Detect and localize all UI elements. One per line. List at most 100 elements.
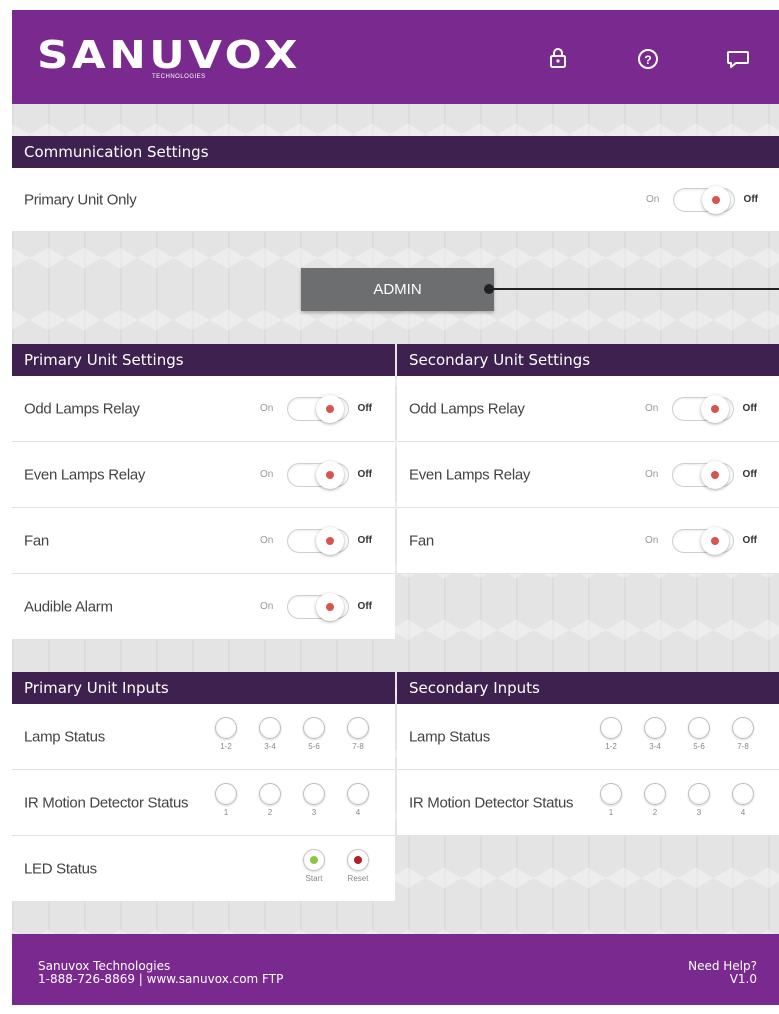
admin-connector-dot — [484, 284, 494, 294]
row-label: IR Motion Detector Status — [24, 794, 189, 811]
primary-fan-row: Fan On Off — [12, 508, 395, 574]
indicator-label: 1-2 — [605, 741, 617, 751]
indicator-label: 7-8 — [737, 741, 749, 751]
indicator-circle — [644, 716, 666, 739]
communication-settings-header: Communication Settings — [12, 136, 779, 168]
toggle-knob[interactable] — [701, 460, 729, 489]
primary-lamp-status-row: Lamp Status 1-2 3-4 5-6 7-8 — [12, 704, 395, 770]
indicator-label: 1 — [608, 807, 614, 817]
secondary-even-lamps-relay-toggle[interactable]: On Off — [645, 460, 757, 489]
footer-contact[interactable]: 1-888-726-8869 | www.sanuvox.com FTP — [38, 973, 283, 986]
indicator-circle — [347, 782, 369, 805]
secondary-fan-toggle[interactable]: On Off — [645, 526, 757, 555]
toggle-off-label: Off — [357, 600, 372, 612]
toggle-knob[interactable] — [316, 460, 344, 489]
indicator-label: 2 — [267, 807, 273, 817]
row-label: Even Lamps Relay — [24, 466, 146, 483]
indicator-circle — [303, 782, 325, 805]
row-label: Audible Alarm — [24, 598, 113, 615]
footer-left: Sanuvox Technologies 1-888-726-8869 | ww… — [38, 960, 283, 986]
secondary-unit-settings-header: Secondary Unit Settings — [397, 344, 779, 376]
indicator-circle — [688, 782, 710, 805]
row-label: Odd Lamps Relay — [409, 400, 525, 417]
toggle-off-label: Off — [357, 402, 372, 414]
indicator-circle — [215, 782, 237, 805]
lamp-indicator: 5-6 — [299, 716, 329, 757]
header: SANUVOX TECHNOLOGIES ? — [12, 10, 779, 104]
help-icon[interactable]: ? — [634, 44, 662, 72]
primary-unit-only-toggle[interactable]: On Off — [646, 185, 758, 214]
start-led[interactable]: Start — [299, 848, 329, 889]
primary-lamp-status-indicators: 1-2 3-4 5-6 7-8 — [211, 716, 381, 757]
toggle-off-label: Off — [743, 193, 758, 205]
toggle-on-label: On — [645, 468, 659, 480]
toggle-on-label: On — [646, 193, 660, 205]
ir-indicator: 2 — [255, 782, 285, 823]
ir-indicator: 3 — [299, 782, 329, 823]
toggle-on-label: On — [260, 468, 274, 480]
indicator-label: 2 — [652, 807, 658, 817]
indicator-circle — [259, 782, 281, 805]
primary-odd-lamps-relay-row: Odd Lamps Relay On Off — [12, 376, 395, 442]
logo-subtitle: TECHNOLOGIES — [152, 74, 206, 80]
secondary-odd-lamps-relay-toggle[interactable]: On Off — [645, 394, 757, 423]
row-label: LED Status — [24, 860, 97, 877]
footer-right: Need Help? V1.0 — [688, 960, 757, 986]
indicator-label: 1-2 — [220, 741, 232, 751]
lock-icon[interactable] — [544, 44, 572, 72]
row-label: Lamp Status — [24, 728, 105, 745]
toggle-knob[interactable] — [701, 526, 729, 555]
indicator-label: 3 — [311, 807, 317, 817]
version-label: V1.0 — [729, 972, 757, 986]
indicator-label: 4 — [740, 807, 746, 817]
secondary-lamp-status-row: Lamp Status 1-2 3-4 5-6 7-8 — [397, 704, 779, 770]
toggle-off-label: Off — [357, 534, 372, 546]
indicator-circle — [732, 782, 754, 805]
row-label: Lamp Status — [409, 728, 490, 745]
chat-icon[interactable] — [724, 44, 752, 72]
svg-text:?: ? — [644, 53, 651, 67]
primary-unit-inputs-header: Primary Unit Inputs — [12, 672, 395, 704]
primary-ir-status-row: IR Motion Detector Status 1 2 3 4 — [12, 770, 395, 836]
row-label: Even Lamps Relay — [409, 466, 531, 483]
ir-indicator: 4 — [728, 782, 758, 823]
toggle-knob[interactable] — [316, 592, 344, 621]
indicator-circle — [259, 716, 281, 739]
toggle-off-label: Off — [742, 468, 757, 480]
indicator-label: 3-4 — [649, 741, 661, 751]
ir-indicator: 3 — [684, 782, 714, 823]
toggle-knob[interactable] — [701, 394, 729, 423]
indicator-circle — [600, 782, 622, 805]
primary-unit-only-row: Primary Unit Only On Off — [12, 168, 779, 232]
indicator-label: 5-6 — [693, 741, 705, 751]
reset-led[interactable]: Reset — [343, 848, 373, 889]
lamp-indicator: 3-4 — [640, 716, 670, 757]
primary-odd-lamps-relay-toggle[interactable]: On Off — [260, 394, 372, 423]
indicator-circle — [732, 716, 754, 739]
lamp-indicator: 3-4 — [255, 716, 285, 757]
toggle-on-label: On — [645, 402, 659, 414]
footer: Sanuvox Technologies 1-888-726-8869 | ww… — [12, 934, 779, 1005]
toggle-knob[interactable] — [702, 185, 730, 214]
primary-led-status-row: LED Status Start Reset — [12, 836, 395, 902]
secondary-fan-row: Fan On Off — [397, 508, 779, 574]
lamp-indicator: 7-8 — [728, 716, 758, 757]
toggle-knob[interactable] — [316, 394, 344, 423]
indicator-label: 1 — [223, 807, 229, 817]
toggle-knob[interactable] — [316, 526, 344, 555]
admin-connector-line — [490, 288, 779, 290]
toggle-off-label: Off — [357, 468, 372, 480]
indicator-label: 4 — [355, 807, 361, 817]
indicator-circle — [303, 716, 325, 739]
primary-even-lamps-relay-toggle[interactable]: On Off — [260, 460, 372, 489]
lamp-indicator: 5-6 — [684, 716, 714, 757]
primary-audible-alarm-toggle[interactable]: On Off — [260, 592, 372, 621]
row-label: IR Motion Detector Status — [409, 794, 574, 811]
admin-button[interactable]: ADMIN — [301, 268, 494, 311]
ir-indicator: 1 — [596, 782, 626, 823]
primary-fan-toggle[interactable]: On Off — [260, 526, 372, 555]
secondary-even-lamps-relay-row: Even Lamps Relay On Off — [397, 442, 779, 508]
indicator-label: 3 — [696, 807, 702, 817]
indicator-label: 3-4 — [264, 741, 276, 751]
row-label: Odd Lamps Relay — [24, 400, 140, 417]
